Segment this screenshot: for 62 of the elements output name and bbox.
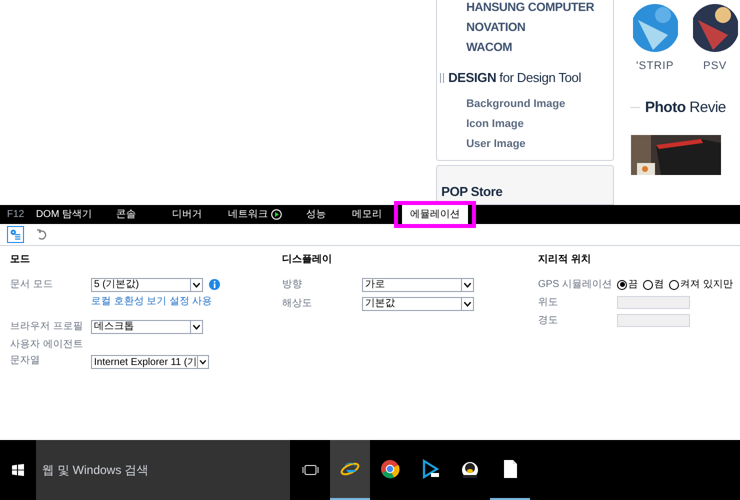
section-title: 지리적 위치 [538,253,592,267]
radio-option[interactable]: 켬 [643,277,664,292]
sidebar-link[interactable]: WACOM [466,37,613,57]
section-title: 모드 [10,253,31,267]
devtools-tab[interactable]: 성능 [292,205,340,224]
task-view-icon[interactable] [302,465,318,475]
sidebar-link[interactable]: HANSUNG COMPUTER [466,0,613,17]
chevron-down-icon [461,298,473,310]
sidebar-link[interactable]: Icon Image [466,114,613,134]
sidebar-link[interactable]: User Image [466,134,613,154]
input-field[interactable] [617,314,690,327]
taskbar-app[interactable] [330,440,370,500]
radio-label: 켜져 있지만 [680,278,733,292]
radio-button[interactable] [669,280,679,290]
field-label: 브라우저 프로필 [10,320,84,334]
play-icon [420,459,440,479]
devtools-tab[interactable]: 콘솔 [96,205,156,224]
undo-icon[interactable] [36,229,47,240]
radio-button[interactable] [617,280,627,290]
link[interactable]: 로컬 호환성 보기 설정 사용 [91,294,212,309]
radio-label: 켬 [654,278,664,292]
search-field[interactable]: 웹 및 Windows 검색 [36,440,290,500]
chevron-down-icon [197,356,208,368]
info-icon[interactable] [209,279,220,290]
thumbnail-caption: 'STRIP [636,59,674,74]
dropdown[interactable]: 5 (기본값) [91,278,203,292]
penguin-icon [460,459,480,479]
field-label: 해상도 [282,297,313,311]
dropdown[interactable]: 가로 [362,278,474,292]
play-icon [271,209,282,220]
input-field[interactable] [617,296,690,309]
dropdown[interactable]: 기본값 [362,296,474,310]
field-label: 사용자 에이전트 문자열 [10,338,84,368]
devtools-tab[interactable]: 메모리 [340,205,394,224]
chevron-down-icon [190,320,202,332]
radio-label: 끔 [628,278,638,292]
section-heading[interactable]: POP Store [441,184,502,199]
thumbnail-caption: PSV [703,59,727,74]
section-heading: Photo Revie [645,98,726,118]
radio-button[interactable] [643,280,653,290]
field-label: 문서 모드 [10,278,54,292]
field-label: 경도 [538,314,559,328]
devtools-tab[interactable]: 네트워크 [218,205,292,224]
chevron-down-icon [190,278,202,290]
section-title: 디스플레이 [282,253,333,267]
chevron-down-icon [461,278,473,290]
settings-list-icon[interactable] [7,226,24,243]
field-label: 위도 [538,296,559,310]
devtools-tab[interactable]: DOM 탐색기 [32,205,96,224]
dropdown[interactable]: 데스크톱 [91,320,203,334]
dropdown[interactable]: Internet Explorer 11 (기 [91,355,209,369]
radio-option[interactable]: 켜져 있지만 [669,277,733,292]
radio-option[interactable]: 끔 [617,277,638,292]
sidebar-link[interactable]: Background Image [466,94,613,114]
field-label: GPS 시뮬레이션 [538,278,613,292]
section-heading[interactable]: DESIGN for Design Tool [448,68,582,88]
sidebar-link[interactable]: NOVATION [466,17,613,37]
field-label: 방향 [282,278,303,292]
devtools-tab[interactable]: 디버거 [156,205,218,224]
windows-logo-icon[interactable] [12,464,24,476]
chrome-icon [380,459,400,479]
f12-label: F12 [6,208,26,222]
